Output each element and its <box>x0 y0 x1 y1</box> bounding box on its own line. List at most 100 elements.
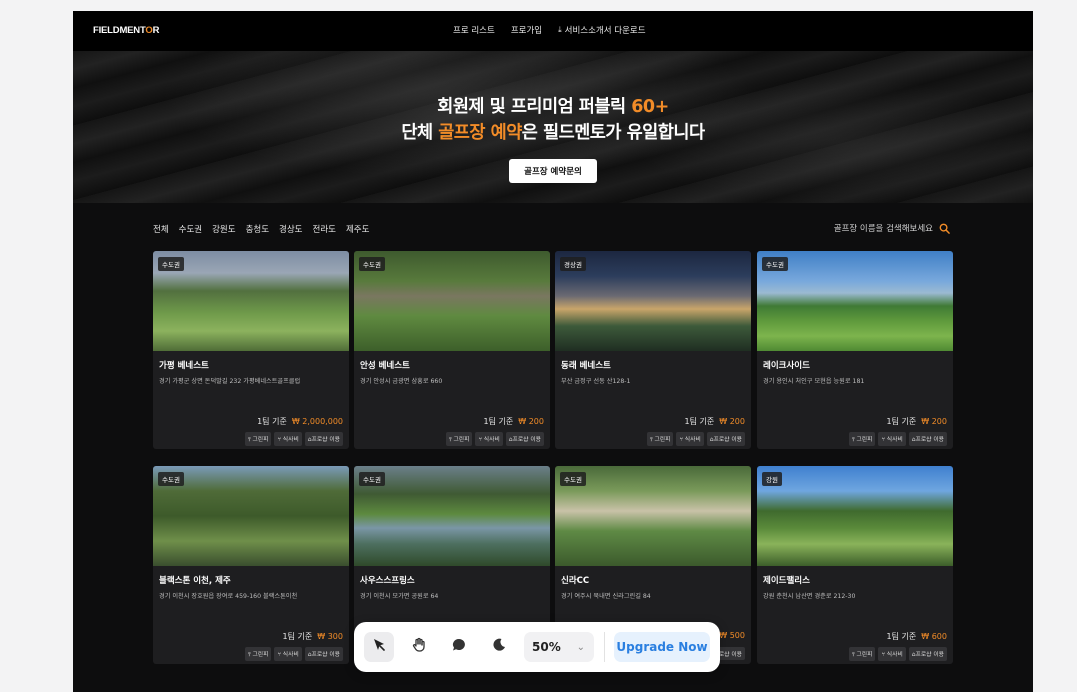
pan-tool-button[interactable] <box>404 632 434 662</box>
price-amount: ₩ 200 <box>719 417 745 426</box>
tag-label: 프로샵 이용 <box>311 437 340 443</box>
tag-greenfee: ⫯ 그린피 <box>245 432 272 446</box>
tag-label: 프로샵 이용 <box>512 437 541 443</box>
price-basis: 1팀 기준 <box>886 632 917 641</box>
course-card[interactable]: 수도권 안성 베네스트 경기 안성시 금광면 삼흥로 660 1팀 기준 ₩ 20… <box>354 251 550 449</box>
region-badge: 수도권 <box>359 257 385 271</box>
price-value: 200 <box>528 417 544 426</box>
course-card[interactable]: 경상권 동래 베네스트 부산 금정구 선동 산128-1 1팀 기준 ₩ 200 … <box>555 251 751 449</box>
reservation-inquiry-button[interactable]: 골프장 예약문의 <box>509 159 597 183</box>
course-card[interactable]: 수도권 가평 베네스트 경기 가평군 상면 돈덕말길 232 가평베네스트골프클… <box>153 251 349 449</box>
hero-title-line1: 회원제 및 프리미엄 퍼블릭 60+ <box>73 93 1033 118</box>
top-nav: FIELDMENTOR 프로 리스트 프로가입 ⤓ 서비스소개서 다운로드 <box>73 11 1033 51</box>
amenity-tags: ⫯ 그린피 ⑂ 식사비 ⌂프로샵 이용 <box>849 647 947 661</box>
tag-greenfee: ⫯ 그린피 <box>849 432 876 446</box>
course-name: 가평 베네스트 <box>159 361 209 371</box>
logo-text-accent: O <box>145 25 153 36</box>
tee-icon: ⫯ <box>852 652 855 658</box>
tee-icon: ⫯ <box>248 437 251 443</box>
utensils-icon: ⑂ <box>679 437 683 443</box>
tag-label: 그린피 <box>856 437 873 443</box>
course-address: 경기 안성시 금광면 삼흥로 660 <box>360 378 443 385</box>
course-name: 안성 베네스트 <box>360 361 410 371</box>
filter-tab-all[interactable]: 전체 <box>153 223 169 235</box>
price-basis: 1팀 기준 <box>684 417 715 426</box>
tag-label: 그린피 <box>856 652 873 658</box>
canvas-toolbar: 50% ⌄ Upgrade Now <box>354 622 720 672</box>
tag-proshop: ⌂프로샵 이용 <box>304 432 343 446</box>
tag-label: 프로샵 이용 <box>713 437 742 443</box>
currency-symbol: ₩ <box>518 417 527 426</box>
nav-link-pro-list[interactable]: 프로 리스트 <box>453 24 495 36</box>
amenity-tags: ⫯ 그린피 ⑂ 식사비 ⌂프로샵 이용 <box>647 432 745 446</box>
nav-link-brochure-label: 서비스소개서 다운로드 <box>564 26 646 36</box>
comment-tool-button[interactable] <box>444 632 474 662</box>
price-amount: ₩ 600 <box>921 632 947 641</box>
course-address: 경기 여주시 북내면 신라그린길 84 <box>561 593 651 600</box>
tag-label: 식사비 <box>684 437 701 443</box>
tag-greenfee: ⫯ 그린피 <box>849 647 876 661</box>
region-badge: 수도권 <box>560 472 586 486</box>
course-card[interactable]: 강원 제이드팰리스 강원 춘천시 남산면 경춘로 212-30 1팀 기준 ₩ 6… <box>757 466 953 664</box>
dark-mode-toggle[interactable] <box>484 632 514 662</box>
tag-meal: ⑂ 식사비 <box>878 647 906 661</box>
region-badge: 강원 <box>762 472 782 486</box>
course-search <box>833 223 950 234</box>
search-input[interactable] <box>833 223 933 234</box>
tag-proshop: ⌂프로샵 이용 <box>505 432 544 446</box>
course-name: 레이크사이드 <box>763 361 810 371</box>
nav-link-pro-signup[interactable]: 프로가입 <box>511 24 542 36</box>
toolbar-divider <box>604 632 605 662</box>
price-amount: ₩ 300 <box>317 632 343 641</box>
select-tool-button[interactable] <box>364 632 394 662</box>
utensils-icon: ⑂ <box>277 437 281 443</box>
tag-meal: ⑂ 식사비 <box>676 432 704 446</box>
upgrade-button[interactable]: Upgrade Now <box>614 632 710 662</box>
hero-banner: 회원제 및 프리미엄 퍼블릭 60+ 단체 골프장 예약은 필드멘토가 유일합니… <box>73 51 1033 203</box>
course-address: 부산 금정구 선동 산128-1 <box>561 378 631 385</box>
region-badge: 수도권 <box>762 257 788 271</box>
tag-label: 그린피 <box>453 437 470 443</box>
cursor-icon <box>371 637 387 657</box>
tee-icon: ⫯ <box>650 437 653 443</box>
course-name: 제이드팰리스 <box>763 576 810 586</box>
course-address: 강원 춘천시 남산면 경춘로 212-30 <box>763 593 856 600</box>
tag-proshop: ⌂프로샵 이용 <box>908 432 947 446</box>
filter-tab-gangwon[interactable]: 강원도 <box>212 223 235 235</box>
course-name: 블랙스톤 이천, 제주 <box>159 576 231 586</box>
nav-link-brochure-download[interactable]: ⤓ 서비스소개서 다운로드 <box>558 24 645 36</box>
course-card[interactable]: 수도권 블랙스톤 이천, 제주 경기 이천시 장호원읍 장여로 459-160 … <box>153 466 349 664</box>
search-icon[interactable] <box>939 223 950 234</box>
course-price: ₩ 500 <box>719 631 745 640</box>
price-amount: ₩ 2,000,000 <box>292 417 343 426</box>
tag-meal: ⑂ 식사비 <box>878 432 906 446</box>
tag-label: 식사비 <box>886 437 903 443</box>
tag-proshop: ⌂프로샵 이용 <box>304 647 343 661</box>
currency-symbol: ₩ <box>317 632 326 641</box>
hero-line2-accent: 골프장 예약 <box>438 123 522 143</box>
price-basis: 1팀 기준 <box>886 417 917 426</box>
logo[interactable]: FIELDMENTOR <box>93 25 159 36</box>
tag-label: 그린피 <box>654 437 671 443</box>
course-name: 사우스스프링스 <box>360 576 415 586</box>
course-card[interactable]: 수도권 레이크사이드 경기 용인시 처인구 모현읍 능원로 181 1팀 기준 ₩… <box>757 251 953 449</box>
tag-greenfee: ⫯ 그린피 <box>245 647 272 661</box>
filter-tab-jeju[interactable]: 제주도 <box>346 223 369 235</box>
region-badge: 수도권 <box>158 257 184 271</box>
amenity-tags: ⫯ 그린피 ⑂ 식사비 ⌂프로샵 이용 <box>245 647 343 661</box>
region-badge: 경상권 <box>560 257 586 271</box>
filter-tab-gyeongsang[interactable]: 경상도 <box>279 223 302 235</box>
filter-tab-jeolla[interactable]: 전라도 <box>313 223 336 235</box>
course-address: 경기 용인시 처인구 모현읍 능원로 181 <box>763 378 865 385</box>
tag-meal: ⑂ 식사비 <box>475 432 503 446</box>
price-basis: 1팀 기준 <box>257 417 287 426</box>
price-amount: ₩ 500 <box>719 631 745 640</box>
tag-meal: ⑂ 식사비 <box>274 432 302 446</box>
filter-tab-capital[interactable]: 수도권 <box>179 223 202 235</box>
zoom-select[interactable]: 50% ⌄ <box>524 632 594 662</box>
course-price: 1팀 기준 ₩ 300 <box>283 631 343 642</box>
hand-icon <box>411 637 427 657</box>
tag-greenfee: ⫯ 그린피 <box>647 432 674 446</box>
filter-tab-chungcheong[interactable]: 충청도 <box>246 223 269 235</box>
web-page: FIELDMENTOR 프로 리스트 프로가입 ⤓ 서비스소개서 다운로드 회원제… <box>73 11 1033 692</box>
